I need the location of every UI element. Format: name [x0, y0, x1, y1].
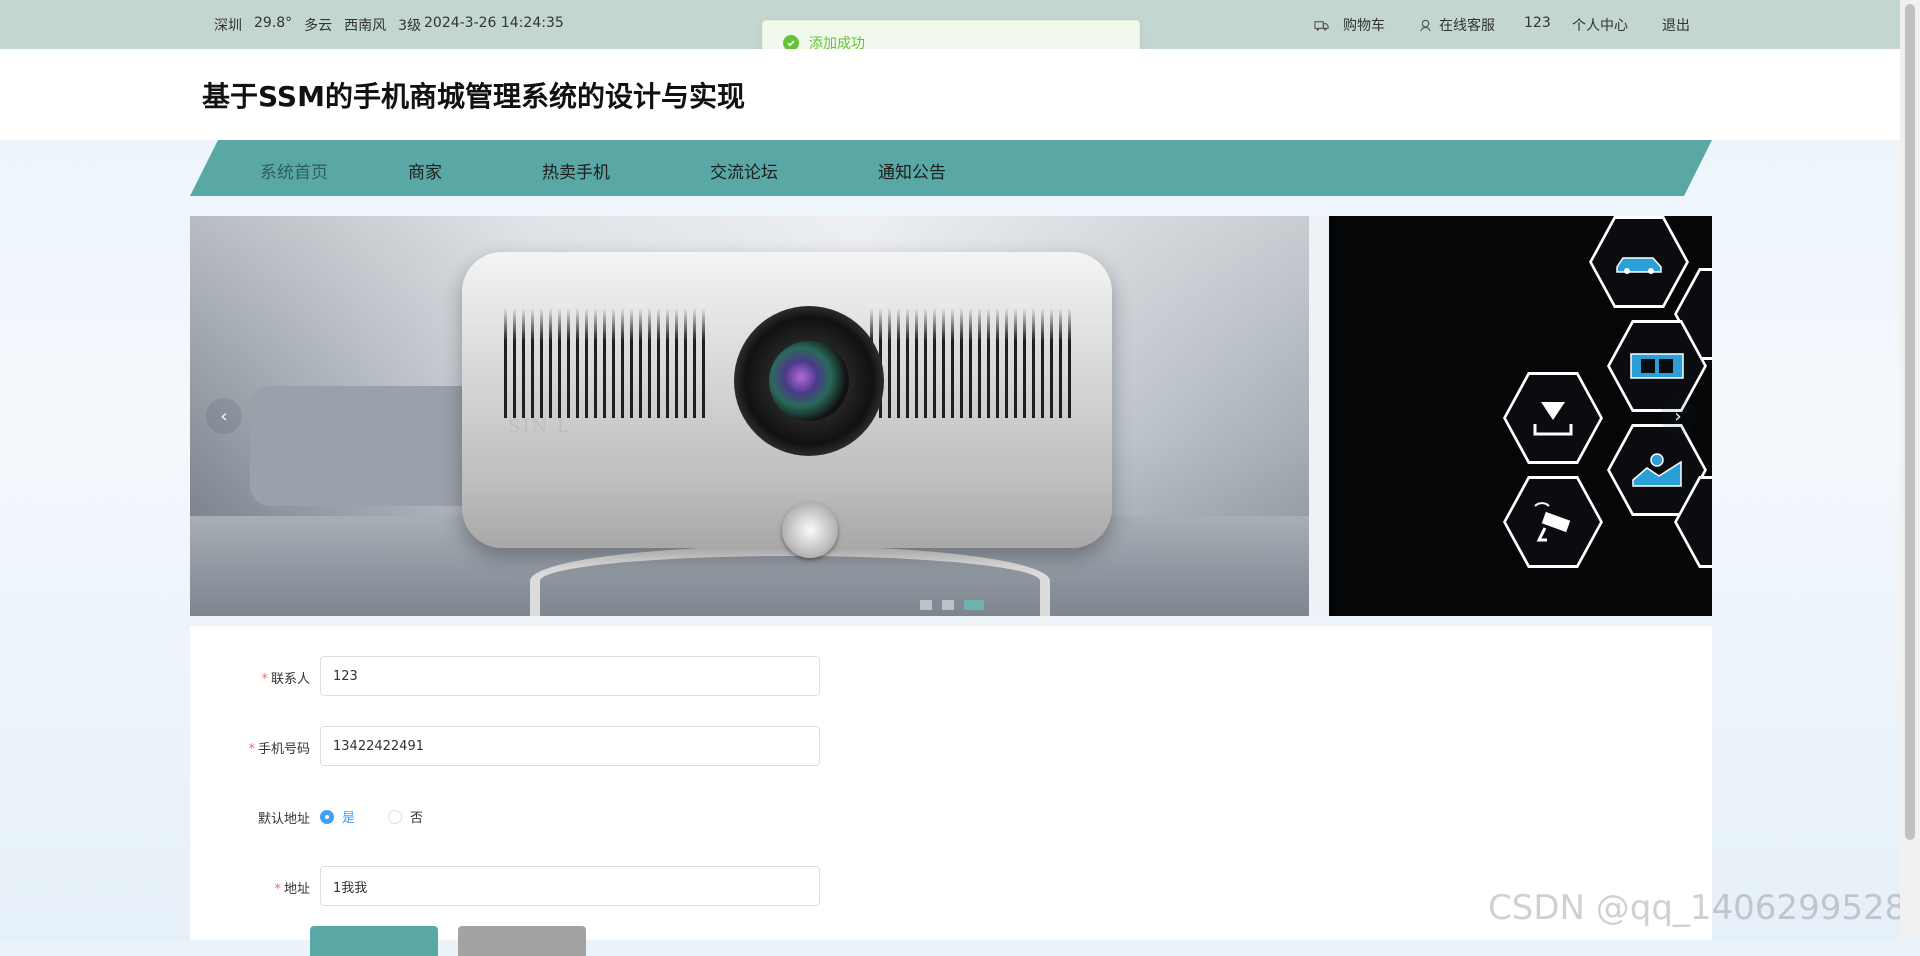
phone-input[interactable]	[320, 726, 820, 766]
film-icon	[1630, 353, 1684, 379]
contact-input[interactable]	[320, 656, 820, 696]
projector-lens	[734, 306, 884, 456]
required-mark: *	[261, 672, 268, 687]
required-mark: *	[248, 742, 255, 757]
default-address-label: 默认地址	[257, 812, 310, 827]
logout-link[interactable]: 退出	[1662, 15, 1690, 35]
hex-download	[1503, 372, 1603, 464]
current-datetime: 2024-3-26 14:24:35	[424, 15, 564, 31]
site-title: 基于SSM的手机商城管理系统的设计与实现	[202, 80, 745, 113]
weather-wind: 西南风	[344, 18, 387, 34]
hex-car	[1589, 216, 1689, 308]
car-icon	[1616, 257, 1662, 274]
address-input[interactable]	[320, 866, 820, 906]
carousel-prev-button[interactable]: ‹	[206, 398, 242, 434]
map-pin-icon	[1632, 453, 1682, 487]
carousel-slide-smart-icons	[1329, 216, 1712, 616]
username: 123	[1524, 15, 1551, 31]
cancel-button[interactable]	[458, 926, 586, 956]
weather-info: 深圳 29.8° 多云 西南风 3级	[214, 15, 421, 35]
carousel-indicator[interactable]	[942, 600, 954, 610]
projector-knob	[782, 502, 838, 558]
nav-item-hot-phones[interactable]: 热卖手机	[542, 158, 610, 183]
banner-carousel: SIN L ‹ ›	[190, 216, 1712, 616]
truck-icon	[1314, 20, 1329, 31]
room-sofa-image	[250, 386, 480, 506]
nav-item-home[interactable]: 系统首页	[260, 158, 328, 183]
carousel-indicator-active[interactable]	[964, 600, 984, 610]
submit-button[interactable]	[310, 926, 438, 956]
weather-wind-level: 3级	[398, 18, 422, 34]
hex-camera	[1503, 476, 1603, 568]
service-label: 在线客服	[1439, 18, 1495, 34]
default-address-yes-radio[interactable]: 是	[320, 807, 355, 826]
nav-item-forum[interactable]: 交流论坛	[710, 158, 778, 183]
carousel-indicators	[920, 600, 984, 610]
weather-city: 深圳	[214, 18, 242, 34]
cart-label: 购物车	[1343, 18, 1385, 34]
site-header: 基于SSM的手机商城管理系统的设计与实现	[0, 49, 1900, 140]
nav-item-merchants[interactable]: 商家	[408, 158, 442, 183]
projector-image	[462, 252, 1112, 558]
nav-item-announcements[interactable]: 通知公告	[878, 158, 946, 183]
weather-condition: 多云	[304, 18, 333, 34]
main-nav: 系统首页 商家 热卖手机 交流论坛 通知公告	[190, 140, 1712, 196]
speaker-grille-right	[870, 308, 1075, 418]
projector-brand-text: SIN L	[508, 416, 571, 437]
speaker-grille-left	[504, 308, 709, 418]
cart-link[interactable]: 购物车	[1314, 15, 1385, 35]
required-mark: *	[274, 882, 281, 897]
online-service-link[interactable]: 在线客服	[1418, 15, 1495, 35]
security-camera-icon	[1534, 502, 1571, 542]
carousel-indicator[interactable]	[920, 600, 932, 610]
download-icon	[1533, 402, 1573, 436]
carousel-next-button[interactable]: ›	[1660, 398, 1696, 434]
default-address-no-radio[interactable]: 否	[388, 807, 423, 826]
page-scrollbar[interactable]	[1900, 0, 1920, 940]
scrollbar-thumb[interactable]	[1905, 4, 1915, 840]
customer-service-icon	[1420, 19, 1431, 31]
address-label: * 地址	[274, 882, 310, 897]
profile-link[interactable]: 个人中心	[1572, 15, 1628, 35]
contact-label: * 联系人	[261, 672, 310, 687]
phone-label: * 手机号码	[248, 742, 310, 757]
weather-temp: 29.8°	[254, 15, 293, 31]
carousel-slide-projector: SIN L	[190, 216, 1309, 616]
address-form: *联系人 *手机号码 默认地址 是 否 *地址	[190, 626, 1712, 956]
csdn-watermark: CSDN @qq_1406299528	[1488, 888, 1907, 928]
